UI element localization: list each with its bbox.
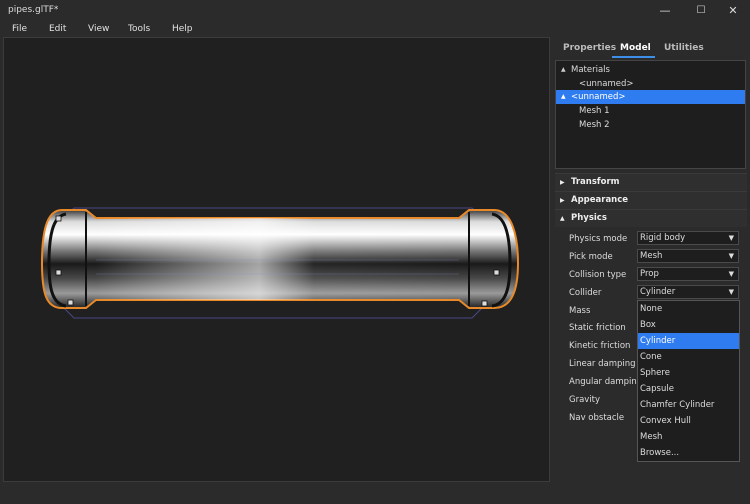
pipe-model[interactable] (4, 38, 550, 482)
collision-type-label: Collision type (569, 270, 627, 280)
tree-item-mesh-2[interactable]: Mesh 2 (556, 118, 745, 132)
collider-select[interactable]: Cylinder ▼ (637, 285, 739, 299)
menu-view[interactable]: View (88, 24, 109, 34)
chevron-down-icon: ▼ (728, 270, 734, 278)
model-tree[interactable]: ▲ Materials <unnamed> ▲ <unnamed> Mesh 1… (555, 60, 746, 169)
select-value: Cylinder (640, 287, 676, 297)
chevron-down-icon: ▼ (728, 252, 734, 260)
angular-damping-label: Angular damping (569, 377, 643, 387)
expand-icon[interactable]: ▲ (561, 90, 566, 104)
tree-item-label: Mesh 2 (579, 120, 610, 130)
collision-type-select[interactable]: Prop ▼ (637, 267, 739, 281)
option-box[interactable]: Box (638, 317, 739, 333)
static-friction-label: Static friction (569, 323, 626, 333)
kinetic-friction-label: Kinetic friction (569, 341, 631, 351)
tree-item-label: Mesh 1 (579, 106, 610, 116)
option-none[interactable]: None (638, 301, 739, 317)
tree-item-label: Materials (571, 65, 610, 75)
tab-model[interactable]: Model (620, 43, 651, 53)
section-label: Transform (571, 177, 620, 187)
minimize-button[interactable]: — (648, 0, 682, 20)
menu-bar: File Edit View Tools Help (0, 20, 750, 37)
option-convex-hull[interactable]: Convex Hull (638, 413, 739, 429)
tree-item-materials[interactable]: ▲ Materials (556, 63, 745, 77)
tree-item-mesh-1[interactable]: Mesh 1 (556, 104, 745, 118)
physics-mode-select[interactable]: Rigid body ▼ (637, 231, 739, 245)
select-value: Mesh (640, 251, 663, 261)
collapsed-arrow-icon: ▶ (560, 179, 565, 186)
option-cylinder[interactable]: Cylinder (638, 333, 739, 349)
menu-tools[interactable]: Tools (128, 24, 150, 34)
physics-mode-label: Physics mode (569, 234, 628, 244)
3d-viewport[interactable] (3, 37, 550, 482)
window-title: pipes.glTF* (8, 5, 59, 15)
maximize-button[interactable]: ☐ (684, 0, 718, 20)
collapsed-arrow-icon: ▶ (560, 197, 565, 204)
tree-item-node-unnamed[interactable]: ▲ <unnamed> (556, 90, 745, 104)
option-capsule[interactable]: Capsule (638, 381, 739, 397)
section-physics[interactable]: ▲ Physics (555, 209, 747, 227)
expand-icon[interactable]: ▲ (561, 63, 566, 77)
pick-mode-select[interactable]: Mesh ▼ (637, 249, 739, 263)
chevron-down-icon: ▼ (728, 234, 734, 242)
option-chamfer-cylinder[interactable]: Chamfer Cylinder (638, 397, 739, 413)
tree-item-label: <unnamed> (579, 79, 634, 89)
option-mesh[interactable]: Mesh (638, 429, 739, 445)
tab-properties[interactable]: Properties (563, 43, 616, 53)
pick-mode-label: Pick mode (569, 252, 613, 262)
section-transform[interactable]: ▶ Transform (555, 173, 747, 191)
tree-item-material-unnamed[interactable]: <unnamed> (556, 77, 745, 91)
gravity-label: Gravity (569, 395, 601, 405)
menu-file[interactable]: File (12, 24, 27, 34)
nav-obstacle-label: Nav obstacle (569, 413, 625, 423)
tree-item-label: <unnamed> (571, 92, 626, 102)
chevron-down-icon: ▼ (728, 288, 734, 296)
close-button[interactable]: ✕ (716, 0, 750, 20)
collider-options-list[interactable]: None Box Cylinder Cone Sphere Capsule Ch… (637, 300, 740, 462)
menu-edit[interactable]: Edit (49, 24, 66, 34)
menu-help[interactable]: Help (172, 24, 193, 34)
collider-label: Collider (569, 288, 602, 298)
option-sphere[interactable]: Sphere (638, 365, 739, 381)
active-tab-indicator (612, 56, 655, 58)
title-bar: pipes.glTF* — ☐ ✕ (0, 0, 750, 20)
select-value: Rigid body (640, 233, 686, 243)
option-browse[interactable]: Browse... (638, 445, 739, 461)
section-label: Physics (571, 213, 607, 223)
section-label: Appearance (571, 195, 629, 205)
tab-utilities[interactable]: Utilities (664, 43, 704, 53)
expanded-arrow-icon: ▲ (560, 215, 565, 222)
mass-label: Mass (569, 306, 591, 316)
select-value: Prop (640, 269, 659, 279)
section-appearance[interactable]: ▶ Appearance (555, 191, 747, 209)
option-cone[interactable]: Cone (638, 349, 739, 365)
linear-damping-label: Linear damping (569, 359, 636, 369)
